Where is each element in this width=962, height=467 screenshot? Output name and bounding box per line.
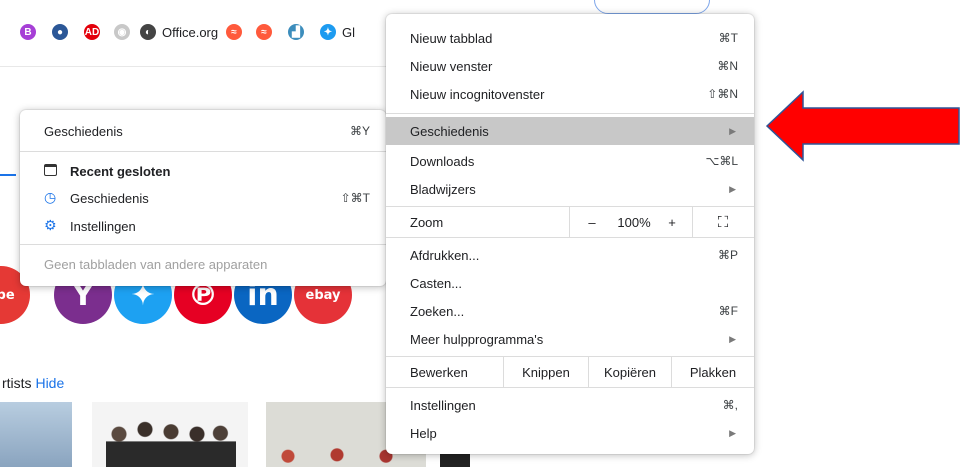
cut-button[interactable]: Knippen xyxy=(504,357,588,387)
bookmark-item[interactable]: B xyxy=(20,24,36,40)
window-icon xyxy=(44,164,57,176)
chart-icon: ▟ xyxy=(288,24,304,40)
zoom-level: 100% xyxy=(617,214,651,230)
menu-label: Nieuw tabblad xyxy=(410,30,493,46)
menu-label: Geschiedenis xyxy=(410,123,489,139)
bookmark-item[interactable]: ≈ xyxy=(226,24,242,40)
history-shortcut: ⌘Y xyxy=(349,124,370,138)
artist-photo[interactable] xyxy=(92,402,248,467)
menu-settings[interactable]: Instellingen ⌘, xyxy=(386,391,754,419)
settings-item-label: Instellingen xyxy=(70,218,136,234)
menu-shortcut: ⌘, xyxy=(722,398,738,412)
bookmark-item[interactable]: ◐ Office.org xyxy=(140,24,218,40)
menu-label: Downloads xyxy=(410,153,475,169)
menu-label: Zoeken... xyxy=(410,303,465,319)
no-tabs-note: Geen tabbladen van andere apparaten xyxy=(20,251,386,277)
bookmark-item[interactable]: ● xyxy=(52,24,68,40)
menu-history[interactable]: Geschiedenis ▶ xyxy=(386,117,754,145)
zoom-out-button[interactable]: – xyxy=(582,207,602,237)
recent-closed-label: Recent gesloten xyxy=(70,163,171,179)
circle-logo-icon: ● xyxy=(52,24,68,40)
menu-help[interactable]: Help ▶ xyxy=(386,419,754,447)
history-item-label: Geschiedenis xyxy=(70,190,149,206)
page-link-stub xyxy=(0,174,16,176)
page-divider xyxy=(0,66,400,67)
b-logo-icon: B xyxy=(20,24,36,40)
bookmark-item[interactable]: ✦ Gl xyxy=(320,24,355,40)
menu-new-window[interactable]: Nieuw venster ⌘N xyxy=(386,52,754,80)
bookmark-item[interactable]: ≈ xyxy=(256,24,272,40)
bookmark-item[interactable]: ◉ xyxy=(114,24,130,40)
chevron-right-icon: ▶ xyxy=(729,125,736,136)
menu-label: Bewerken xyxy=(410,364,468,380)
menu-shortcut: ⌘F xyxy=(718,304,738,318)
artists-label: rtists xyxy=(2,375,32,391)
menu-label: Meer hulpprogramma's xyxy=(410,331,544,347)
ribbon-icon: ≈ xyxy=(256,24,272,40)
bookmark-item[interactable]: AD xyxy=(84,24,100,40)
history-submenu: Geschiedenis ⌘Y Recent gesloten ◷ Geschi… xyxy=(20,110,386,286)
artists-heading: rtists Hide xyxy=(2,375,64,391)
menu-label: Bladwijzers xyxy=(410,181,476,197)
menu-bookmarks[interactable]: Bladwijzers ▶ xyxy=(386,175,754,203)
hide-link[interactable]: Hide xyxy=(35,375,64,391)
menu-downloads[interactable]: Downloads ⌥⌘L xyxy=(386,147,754,175)
chevron-right-icon: ▶ xyxy=(729,333,736,344)
menu-find[interactable]: Zoeken... ⌘F xyxy=(386,297,754,325)
no-tabs-label: Geen tabbladen van andere apparaten xyxy=(44,256,268,272)
menu-new-tab[interactable]: Nieuw tabblad ⌘T xyxy=(386,24,754,52)
menu-label: Help xyxy=(410,425,437,441)
history-item[interactable]: ◷ Geschiedenis ⇧⌘T xyxy=(20,185,386,211)
bookmark-label: Gl xyxy=(342,24,355,40)
settings-item[interactable]: ⚙ Instellingen xyxy=(20,213,386,239)
chevron-right-icon: ▶ xyxy=(729,427,736,438)
chevron-right-icon: ▶ xyxy=(729,183,736,194)
menu-shortcut: ⌘N xyxy=(717,59,738,73)
gear-icon: ⚙ xyxy=(44,218,57,234)
copy-button[interactable]: Kopiëren xyxy=(589,357,671,387)
menu-label: Afdrukken... xyxy=(410,247,480,263)
twitter-icon: ✦ xyxy=(320,24,336,40)
red-arrow-annotation xyxy=(765,90,960,162)
menu-print[interactable]: Afdrukken... ⌘P xyxy=(386,241,754,269)
recent-closed-header: Recent gesloten xyxy=(20,158,386,184)
bookmark-item[interactable]: ▟ xyxy=(288,24,304,40)
history-title-label: Geschiedenis xyxy=(44,123,123,139)
zoom-in-button[interactable]: + xyxy=(662,207,682,237)
menu-shortcut: ⌘P xyxy=(717,248,738,262)
gray-circle-icon: ◉ xyxy=(114,24,130,40)
menu-cast[interactable]: Casten... xyxy=(386,269,754,297)
menu-label: Nieuw venster xyxy=(410,58,493,74)
menu-shortcut: ⇧⌘N xyxy=(707,87,738,101)
chrome-main-menu: Nieuw tabblad ⌘T Nieuw venster ⌘N Nieuw … xyxy=(386,14,754,454)
menu-more-tools[interactable]: Meer hulpprogramma's ▶ xyxy=(386,325,754,353)
clock-history-icon: ◷ xyxy=(44,190,57,206)
menu-label: Nieuw incognitovenster xyxy=(410,86,545,102)
globe-icon: ◐ xyxy=(140,24,156,40)
paste-button[interactable]: Plakken xyxy=(672,357,754,387)
artist-photo[interactable] xyxy=(0,402,72,467)
ad-logo-icon: AD xyxy=(84,24,100,40)
menu-edit-row: Bewerken Knippen Kopiëren Plakken xyxy=(386,357,754,387)
history-title-item[interactable]: Geschiedenis ⌘Y xyxy=(20,118,386,144)
menu-zoom: Zoom – 100% + ⛶ xyxy=(386,207,754,237)
menu-shortcut: ⌘T xyxy=(718,31,738,45)
bookmark-label: Office.org xyxy=(162,24,219,40)
fullscreen-icon[interactable]: ⛶ xyxy=(706,207,740,237)
ribbon-icon: ≈ xyxy=(226,24,242,40)
menu-label: Zoom xyxy=(410,214,444,230)
profile-pill[interactable] xyxy=(594,0,710,14)
menu-label: Instellingen xyxy=(410,397,476,413)
menu-new-incognito[interactable]: Nieuw incognitovenster ⇧⌘N xyxy=(386,80,754,108)
menu-shortcut: ⌥⌘L xyxy=(705,154,738,168)
menu-label: Casten... xyxy=(410,275,463,291)
history-item-shortcut: ⇧⌘T xyxy=(340,191,370,205)
